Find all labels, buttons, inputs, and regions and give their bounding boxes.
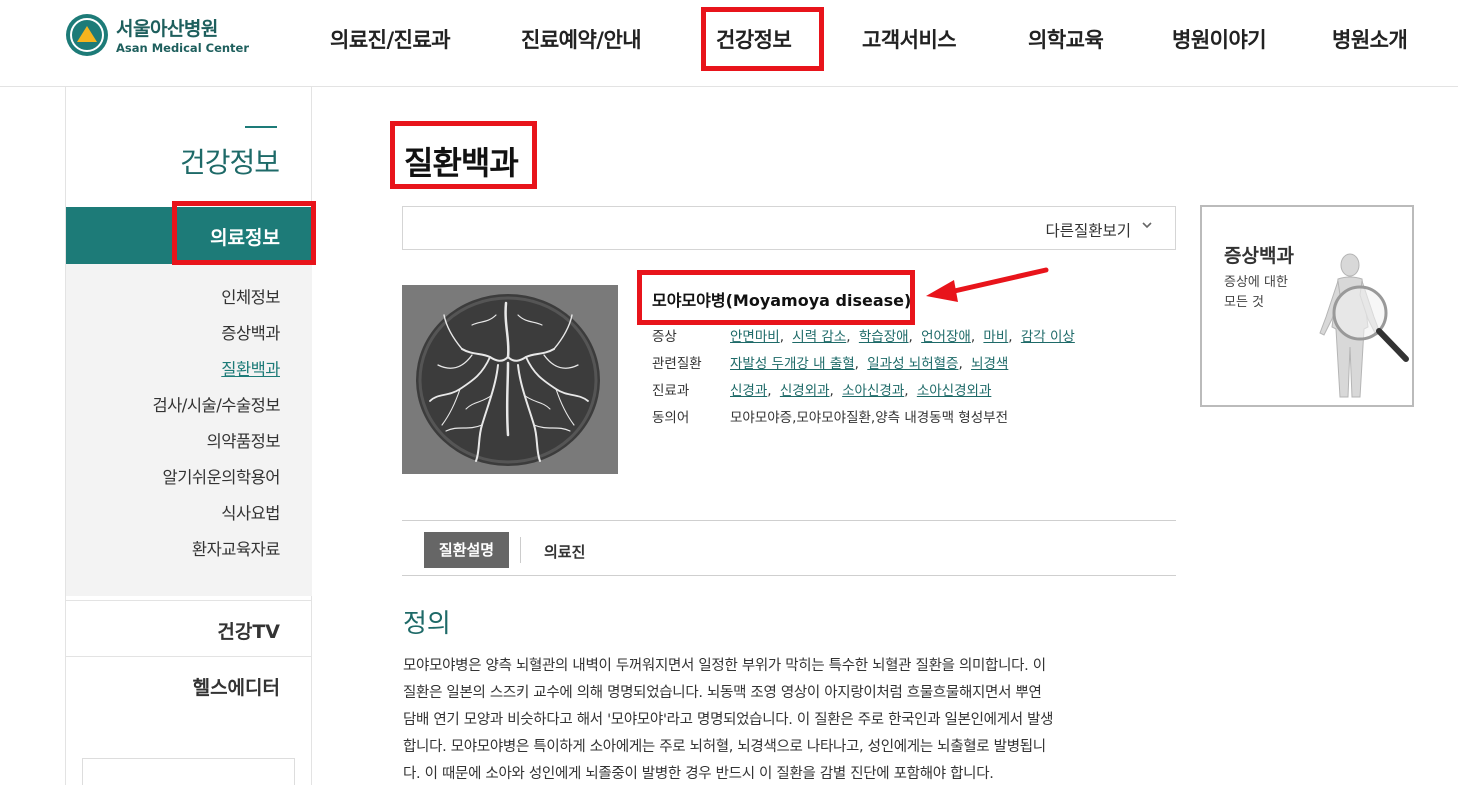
sidebar-subitem-procedures[interactable]: 검사/시술/수술정보: [152, 392, 280, 416]
tabs-divider-bottom: [402, 575, 1176, 576]
sidebar-subitem-drugs[interactable]: 의약품정보: [207, 428, 281, 452]
body-magnifier-illustration: [1319, 253, 1409, 398]
other-disease-dropdown[interactable]: 다른질환보기: [402, 206, 1176, 250]
left-sidebar: 건강정보 의료정보 인체정보 증상백과 질환백과 검사/시술/수술정보 의약품정…: [65, 87, 312, 785]
department-link[interactable]: 소아신경외과: [917, 383, 992, 399]
paragraph-line: 다. 이 때문에 소아와 성인에게 뇌졸중이 발병한 경우 반드시 이 질환을 …: [403, 766, 994, 782]
symptom-link[interactable]: 언어장애: [921, 329, 971, 345]
sidebar-subitem-patient-education[interactable]: 환자교육자료: [192, 536, 281, 560]
definition-paragraph: 모야모야병은 양측 뇌혈관의 내벽이 두꺼워지면서 일정한 부위가 막히는 특수…: [403, 653, 1171, 785]
sidebar-accent-line: [245, 126, 277, 128]
department-link[interactable]: 소아신경과: [842, 383, 904, 399]
sidebar-item-label: 건강TV: [217, 621, 280, 643]
nav-reservation[interactable]: 진료예약/안내: [521, 24, 642, 56]
logo-english-text: Asan Medical Center: [116, 41, 250, 55]
nav-medical-education[interactable]: 의학교육: [1028, 24, 1104, 56]
symptom-encyclopedia-banner[interactable]: 증상백과 증상에 대한 모든 것: [1200, 205, 1414, 407]
paragraph-line: 합니다. 모야모야병은 특이하게 소아에게는 주로 뇌허혈, 뇌경색으로 나타나…: [403, 739, 1046, 755]
tab-separator: [520, 537, 521, 563]
symptom-link[interactable]: 안면마비: [730, 329, 780, 345]
paragraph-line: 질환은 일본의 스즈키 교수에 의해 명명되었습니다. 뇌동맥 조영 영상이 아…: [403, 685, 1042, 701]
symptom-link[interactable]: 마비: [983, 329, 1008, 345]
nav-hospital-story[interactable]: 병원이야기: [1172, 24, 1267, 56]
annotation-box-nav: [701, 7, 824, 71]
info-label: 동의어: [652, 410, 690, 426]
paragraph-line: 모야모야병은 양측 뇌혈관의 내벽이 두꺼워지면서 일정한 부위가 막히는 특수…: [403, 658, 1046, 674]
info-label: 진료과: [652, 383, 690, 399]
related-disease-link[interactable]: 자발성 두개강 내 출혈: [730, 356, 855, 372]
department-link[interactable]: 신경과: [730, 383, 767, 399]
annotation-box-sidebar: [172, 201, 316, 265]
logo-korean-text: 서울아산병원: [116, 18, 218, 40]
banner-title: 증상백과: [1224, 245, 1294, 267]
paragraph-line: 담배 연기 모양과 비슷하다고 해서 '모야모야'라고 명명되었습니다. 이 질…: [403, 712, 1054, 728]
nav-customer-service[interactable]: 고객서비스: [862, 24, 957, 56]
sidebar-title: 건강정보: [179, 146, 280, 179]
sidebar-subitem-diseases[interactable]: 질환백과: [221, 356, 280, 380]
info-label: 관련질환: [652, 356, 702, 372]
brain-angiography-image: [402, 285, 618, 474]
related-disease-link[interactable]: 뇌경색: [971, 356, 1008, 372]
annotation-arrow-icon: [926, 267, 1049, 302]
annotation-box-title: [390, 121, 537, 189]
sidebar-subitem-symptoms[interactable]: 증상백과: [221, 320, 280, 344]
section-title-definition: 정의: [403, 609, 451, 639]
logo-emblem-icon: [66, 14, 108, 56]
sidebar-item-health-editor[interactable]: 헬스에디터: [66, 656, 312, 712]
symptom-link[interactable]: 학습장애: [859, 329, 909, 345]
department-link[interactable]: 신경외과: [780, 383, 830, 399]
sidebar-submenu: 인체정보 증상백과 질환백과 검사/시술/수술정보 의약품정보 알기쉬운의학용어…: [66, 264, 312, 596]
banner-subtitle: 증상에 대한 모든 것: [1224, 273, 1304, 313]
sidebar-subitem-anatomy[interactable]: 인체정보: [221, 284, 280, 308]
sidebar-subitem-medical-terms[interactable]: 알기쉬운의학용어: [163, 464, 281, 488]
tab-medical-staff[interactable]: 의료진: [544, 541, 585, 562]
symptom-link[interactable]: 시력 감소: [792, 329, 846, 345]
symptom-link[interactable]: 감각 이상: [1021, 329, 1075, 345]
tab-disease-description[interactable]: 질환설명: [424, 532, 509, 568]
nav-hospital-intro[interactable]: 병원소개: [1332, 24, 1408, 56]
sidebar-item-label: 헬스에디터: [192, 677, 280, 699]
hospital-logo[interactable]: 서울아산병원 Asan Medical Center: [66, 14, 249, 60]
chevron-down-icon: [1142, 222, 1152, 229]
banner-subtitle-line: 모든 것: [1224, 295, 1265, 310]
sidebar-subitem-diet[interactable]: 식사요법: [221, 500, 280, 524]
info-value: 안면마비, 시력 감소, 학습장애, 언어장애, 마비, 감각 이상: [730, 329, 1075, 345]
nav-doctors-departments[interactable]: 의료진/진료과: [330, 24, 451, 56]
info-value: 모야모야증,모야모야질환,양측 내경동맥 형성부전: [730, 410, 1008, 426]
annotation-box-disease: [637, 270, 915, 325]
banner-subtitle-line: 증상에 대한: [1224, 275, 1288, 290]
info-value: 자발성 두개강 내 출혈, 일과성 뇌허혈증, 뇌경색: [730, 356, 1009, 372]
tabs-divider-top: [402, 520, 1176, 521]
dropdown-label: 다른질환보기: [1045, 222, 1131, 240]
sidebar-bottom-box: [82, 758, 295, 785]
sidebar-item-health-tv[interactable]: 건강TV: [66, 600, 312, 656]
info-label: 증상: [652, 329, 677, 345]
info-value: 신경과, 신경외과, 소아신경과, 소아신경외과: [730, 383, 992, 399]
related-disease-link[interactable]: 일과성 뇌허혈증: [867, 356, 958, 372]
